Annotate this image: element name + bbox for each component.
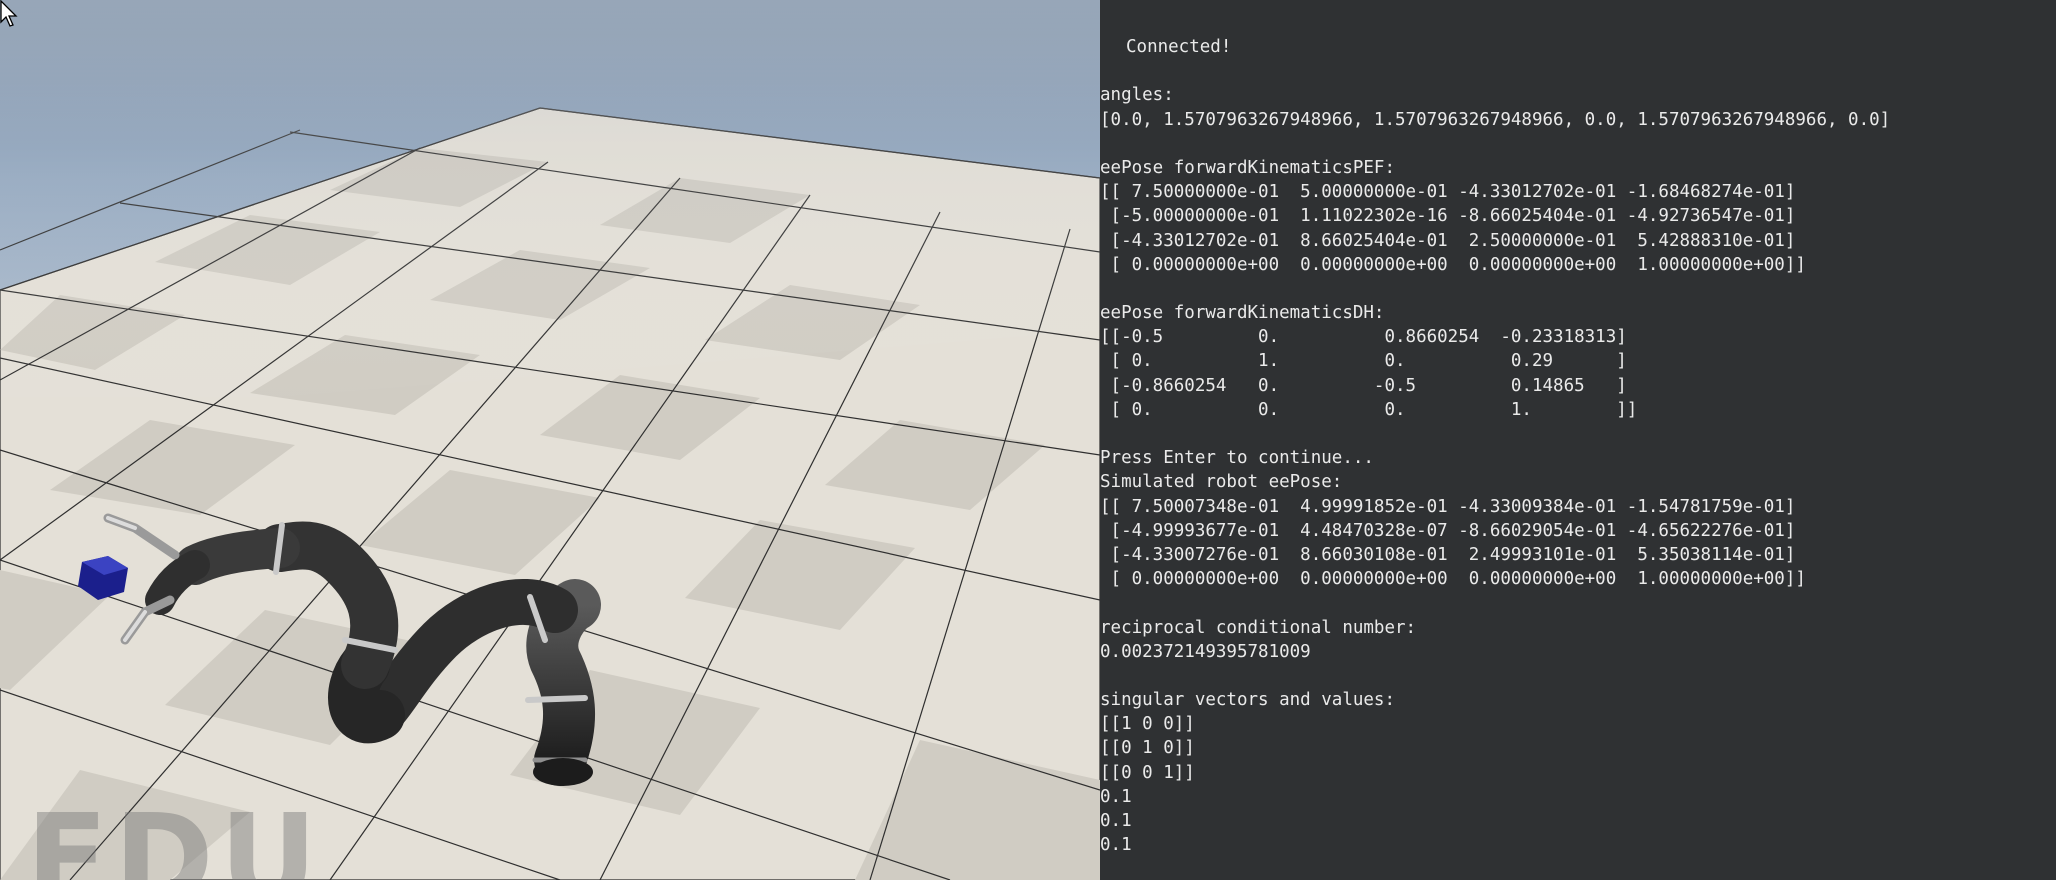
terminal-line: reciprocal conditional number:	[1100, 617, 1417, 638]
terminal-output: angles: [0.0, 1.5707963267948966, 1.57079…	[1100, 59, 2056, 857]
terminal-line: [-4.33007276e-01 8.66030108e-01 2.499931…	[1100, 544, 1796, 565]
terminal-panel[interactable]: Connected! angles: [0.0, 1.57079632679489…	[1100, 0, 2056, 880]
terminal-line: [-5.00000000e-01 1.11022302e-16 -8.66025…	[1100, 206, 1796, 227]
terminal-line: [-4.33012702e-01 8.66025404e-01 2.500000…	[1100, 230, 1796, 251]
simulation-scene	[0, 0, 1100, 880]
terminal-line: [-4.99993677e-01 4.48470328e-07 -8.66029…	[1100, 520, 1796, 541]
terminal-line: [[0 0 1]]	[1100, 762, 1195, 783]
terminal-line: angles:	[1100, 85, 1174, 106]
terminal-line: singular vectors and values:	[1100, 690, 1396, 711]
terminal-line: Simulated robot eePose:	[1100, 472, 1343, 493]
simulation-viewport[interactable]: EDU	[0, 0, 1100, 880]
terminal-line: eePose forwardKinematicsDH:	[1100, 303, 1385, 324]
terminal-line: [[ 7.50000000e-01 5.00000000e-01 -4.3301…	[1100, 182, 1796, 203]
terminal-line: [[0 1 0]]	[1100, 738, 1195, 759]
terminal-line: Press Enter to continue...	[1100, 448, 1374, 469]
terminal-connected-line: Connected!	[1126, 37, 1232, 57]
terminal-line: [ 0. 1. 0. 0.29 ]	[1100, 351, 1627, 372]
watermark: EDU	[26, 790, 324, 880]
terminal-line: [[ 7.50007348e-01 4.99991852e-01 -4.3300…	[1100, 496, 1796, 517]
terminal-line: 0.002372149395781009	[1100, 641, 1311, 662]
mouse-pointer-icon	[0, 0, 18, 27]
terminal-line: 0.1	[1100, 835, 1132, 856]
terminal-line: [[-0.5 0. 0.8660254 -0.23318313]	[1100, 327, 1627, 348]
terminal-line: [ 0.00000000e+00 0.00000000e+00 0.000000…	[1100, 254, 1806, 275]
terminal-line: eePose forwardKinematicsPEF:	[1100, 157, 1396, 178]
terminal-line: [-0.8660254 0. -0.5 0.14865 ]	[1100, 375, 1627, 396]
terminal-line: 0.1	[1100, 811, 1132, 831]
terminal-line: [ 0.00000000e+00 0.00000000e+00 0.000000…	[1100, 569, 1806, 590]
terminal-line: [[1 0 0]]	[1100, 714, 1195, 735]
terminal-line: 0.1	[1100, 786, 1132, 807]
terminal-line: [0.0, 1.5707963267948966, 1.570796326794…	[1100, 109, 1891, 130]
terminal-line: [ 0. 0. 0. 1. ]]	[1100, 399, 1638, 420]
